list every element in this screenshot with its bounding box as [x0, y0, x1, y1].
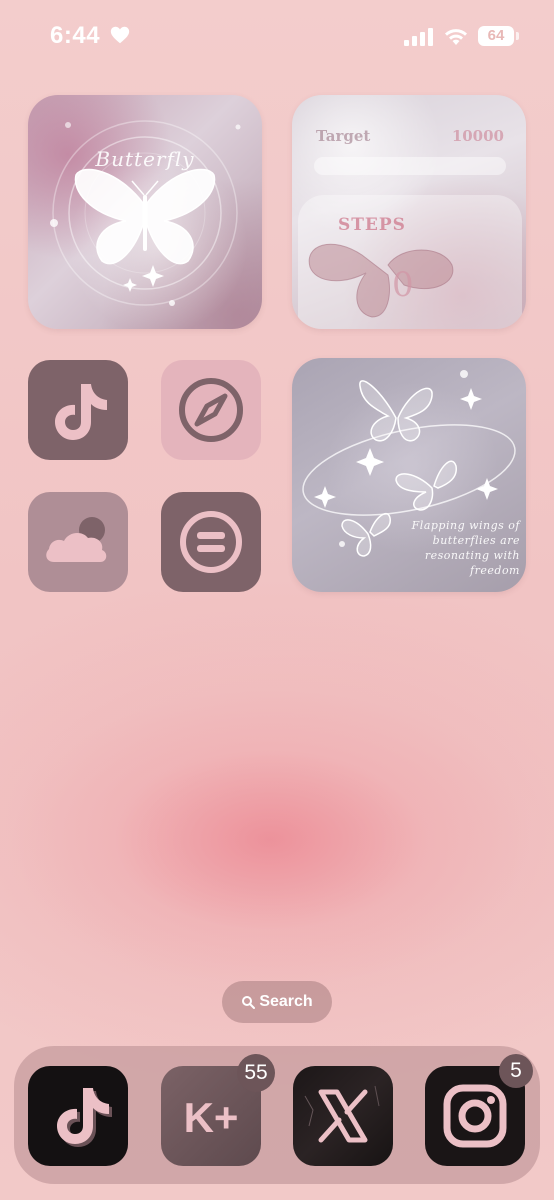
search-label: Search — [259, 993, 313, 1010]
battery-icon: 64 — [478, 26, 514, 46]
butterfly-art — [50, 120, 241, 306]
battery-tip — [516, 32, 519, 40]
instagram-badge: 5 — [499, 1054, 533, 1088]
steps-label: STEPS — [338, 215, 406, 235]
status-bar: 6:44 64 — [0, 0, 554, 72]
dock-x-app[interactable] — [293, 1066, 393, 1166]
kplus-text: K+ — [184, 1094, 239, 1141]
heart-icon — [110, 26, 130, 44]
status-time: 6:44 — [50, 22, 101, 49]
search-icon — [242, 995, 256, 1009]
equals-app[interactable] — [161, 492, 261, 592]
x-logo-icon — [304, 1085, 380, 1143]
signal-bars-icon — [404, 28, 433, 46]
cloud-icon — [46, 517, 107, 562]
dock-kplus-app[interactable]: K+ 55 — [161, 1054, 275, 1166]
tiktok-icon — [57, 1088, 112, 1147]
butterfly-widget-title: Butterfly — [95, 147, 195, 171]
weather-app[interactable] — [28, 492, 128, 592]
tiktok-app[interactable] — [28, 360, 128, 460]
search-button[interactable]: Search — [222, 981, 332, 1023]
tiktok-icon — [55, 384, 107, 440]
quote-text: Flapping wings of butterflies are resona… — [411, 519, 520, 577]
steps-count: 0 — [392, 265, 414, 305]
quote-widget[interactable]: Flapping wings of butterflies are resona… — [292, 358, 526, 592]
wifi-icon — [445, 29, 467, 45]
compass-icon — [179, 378, 243, 442]
equals-icon — [180, 511, 242, 573]
safari-app[interactable] — [161, 360, 261, 460]
dock-instagram-app[interactable]: 5 — [425, 1054, 533, 1166]
steps-widget[interactable]: Target 10000 STEPS 0 — [292, 95, 526, 329]
butterfly-widget[interactable]: Butterfly — [28, 95, 262, 329]
dock-tiktok-app[interactable] — [28, 1066, 128, 1166]
kplus-badge: 55 — [237, 1054, 275, 1092]
